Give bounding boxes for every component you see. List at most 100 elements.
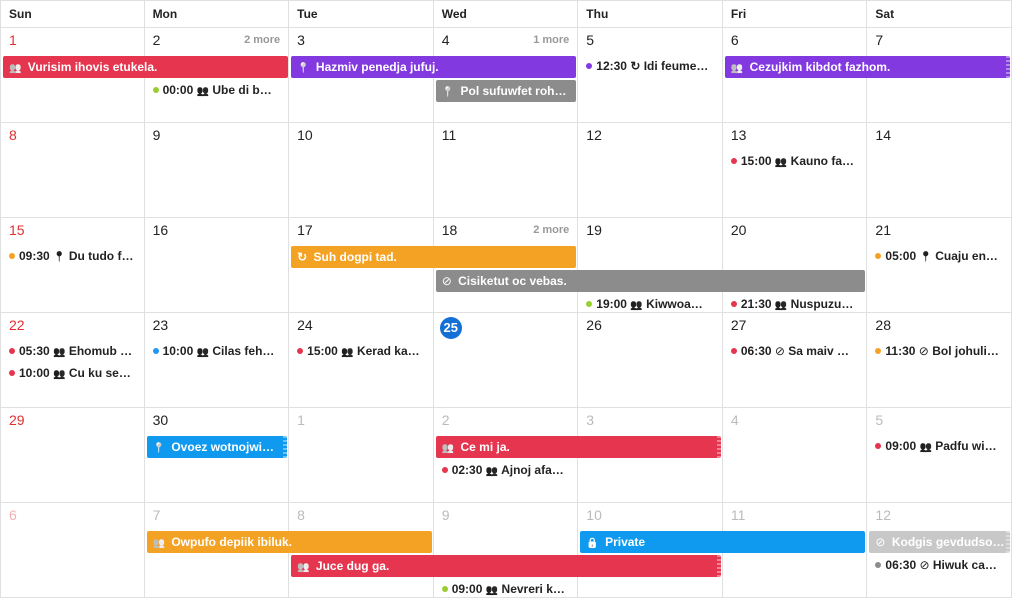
event-bar-title: Cezujkim kibdot fazhom. <box>746 60 890 74</box>
event-dot <box>442 467 448 473</box>
event-item[interactable]: 19:00 Kiwwoa… <box>578 294 722 313</box>
event-title: Kerad ka… <box>354 344 420 358</box>
event-bar-title: Hazmiv penedja jufuj. <box>313 60 439 74</box>
day-cell[interactable]: 11 <box>434 123 579 218</box>
day-cell[interactable]: 12 <box>578 123 723 218</box>
day-cell[interactable]: 6 Cezujkim kibdot fazhom. <box>723 28 868 123</box>
event-item[interactable]: 05:00 Cuaju en… <box>867 246 1011 266</box>
event-dot <box>153 348 159 354</box>
people-b-icon <box>630 297 642 311</box>
event-dot <box>586 301 592 307</box>
day-cell[interactable]: 1 Vurisim ihovis etukela. <box>0 28 145 123</box>
event-bar[interactable]: Ce mi ja. <box>436 436 721 458</box>
day-cell[interactable]: 509:00 Padfu wi… <box>867 408 1012 503</box>
event-item[interactable]: 02:30 Ajnoj afa… <box>434 460 578 480</box>
event-time: 06:30 <box>885 558 919 572</box>
day-cell[interactable]: 4 <box>723 408 868 503</box>
event-bar[interactable]: Owpufo depiik ibiluk. <box>147 531 432 553</box>
event-title: Kiwwoa… <box>643 297 703 311</box>
event-dot <box>875 443 881 449</box>
event-item[interactable]: 15:00 Kerad ka… <box>289 341 433 361</box>
day-number: 8 <box>9 127 17 143</box>
weekday-header: Fri <box>723 0 868 28</box>
day-cell[interactable]: 1 <box>289 408 434 503</box>
event-item[interactable]: 05:30 Ehomub … <box>1 341 144 361</box>
day-cell[interactable]: 512:30 Idi feume… <box>578 28 723 123</box>
day-cell[interactable]: 16 <box>145 218 290 313</box>
more-indicator[interactable]: 2 more <box>533 224 569 236</box>
event-dot <box>442 586 448 592</box>
event-item[interactable]: 10:00 Cilas feh… <box>145 341 289 361</box>
day-number: 3 <box>297 32 305 48</box>
event-item[interactable]: 10:00 Cu ku se… <box>1 363 144 383</box>
event-dot <box>297 348 303 354</box>
event-bar[interactable]: Private <box>580 531 865 553</box>
day-cell[interactable]: 12 Kodgis gevdudso…06:30 Hiwuk ca… <box>867 503 1012 598</box>
event-time: 05:00 <box>885 249 919 263</box>
event-item[interactable]: 00:00 Ube di b… <box>145 80 289 100</box>
event-item[interactable]: 06:30 Sa maiv … <box>723 341 867 361</box>
day-cell[interactable]: 26 <box>578 313 723 408</box>
day-number: 24 <box>297 317 313 333</box>
event-bar[interactable]: Kodgis gevdudso… <box>869 531 1010 553</box>
day-number: 27 <box>731 317 747 333</box>
more-indicator[interactable]: 2 more <box>244 34 280 46</box>
day-cell[interactable]: 6 <box>0 503 145 598</box>
event-item[interactable]: 09:30 Du tudo f… <box>1 246 144 266</box>
more-indicator[interactable]: 1 more <box>533 34 569 46</box>
event-bar[interactable]: Hazmiv penedja jufuj. <box>291 56 576 78</box>
day-cell[interactable]: 2811:30 Bol johuli… <box>867 313 1012 408</box>
event-item[interactable]: 09:00 Nevreri k… <box>434 579 578 598</box>
day-cell[interactable]: 10 Private <box>578 503 723 598</box>
people-b-icon <box>53 366 65 380</box>
event-item[interactable]: 11:30 Bol johuli… <box>867 341 1011 361</box>
event-item[interactable]: 12:30 Idi feume… <box>578 56 722 76</box>
event-bar[interactable]: Cezujkim kibdot fazhom. <box>725 56 1010 78</box>
event-item[interactable]: 15:00 Kauno fa… <box>723 151 867 171</box>
day-cell[interactable]: 24 15:00 Kerad ka… <box>289 313 434 408</box>
event-item[interactable]: 06:30 Hiwuk ca… <box>867 555 1011 575</box>
day-cell[interactable]: 8 <box>0 123 145 218</box>
event-title: Sa maiv … <box>785 344 849 358</box>
day-cell[interactable]: 17 Suh dogpi tad. <box>289 218 434 313</box>
day-cell[interactable]: 2205:30 Ehomub …10:00 Cu ku se… <box>0 313 145 408</box>
day-cell[interactable]: 29 <box>0 408 145 503</box>
day-cell[interactable]: 909:00 Nevreri k… <box>434 503 579 598</box>
event-bar[interactable]: Suh dogpi tad. <box>291 246 576 268</box>
event-time: 12:30 <box>596 59 630 73</box>
day-cell[interactable]: 3 Hazmiv penedja jufuj. <box>289 28 434 123</box>
day-cell[interactable]: 7 Owpufo depiik ibiluk. <box>145 503 290 598</box>
day-cell[interactable]: 21 05:00 Cuaju en… <box>867 218 1012 313</box>
event-item[interactable]: 21:30 Nuspuzu… <box>723 294 867 313</box>
event-item[interactable]: 09:00 Padfu wi… <box>867 436 1011 456</box>
day-cell[interactable]: 14 <box>867 123 1012 218</box>
day-number: 1 <box>9 32 17 48</box>
day-cell[interactable]: 10 <box>289 123 434 218</box>
event-bar[interactable]: Juce dug ga. <box>291 555 721 577</box>
day-number: 7 <box>153 507 161 523</box>
event-bar[interactable]: Ovoez wotnojwi… <box>147 436 288 458</box>
people-b-icon <box>775 154 787 168</box>
event-time: 15:00 <box>307 344 341 358</box>
day-cell[interactable]: 30 Ovoez wotnojwi… <box>145 408 290 503</box>
day-cell[interactable]: 1919:00 Kiwwoa… <box>578 218 723 313</box>
day-number: 18 <box>442 222 458 238</box>
event-bar[interactable]: Pol sufuwfet roh… <box>436 80 577 102</box>
lock-icon <box>586 537 598 549</box>
day-cell[interactable]: 9 <box>145 123 290 218</box>
day-cell[interactable]: 2310:00 Cilas feh… <box>145 313 290 408</box>
people-b-icon <box>197 83 209 97</box>
event-bar[interactable]: Vurisim ihovis etukela. <box>3 56 288 78</box>
day-cell[interactable]: 1315:00 Kauno fa… <box>723 123 868 218</box>
day-number: 21 <box>875 222 891 238</box>
day-number: 10 <box>297 127 313 143</box>
event-bar[interactable]: Cisiketut oc vebas. <box>436 270 866 292</box>
day-cell[interactable]: 25 <box>434 313 579 408</box>
day-cell[interactable]: 2021:30 Nuspuzu… <box>723 218 868 313</box>
day-cell[interactable]: 2 Ce mi ja.02:30 Ajnoj afa… <box>434 408 579 503</box>
event-time: 09:30 <box>19 249 53 263</box>
day-cell[interactable]: 27 06:30 Sa maiv … <box>723 313 868 408</box>
day-number: 4 <box>731 412 739 428</box>
ban-b-icon <box>919 558 929 572</box>
day-cell[interactable]: 1509:30 Du tudo f… <box>0 218 145 313</box>
